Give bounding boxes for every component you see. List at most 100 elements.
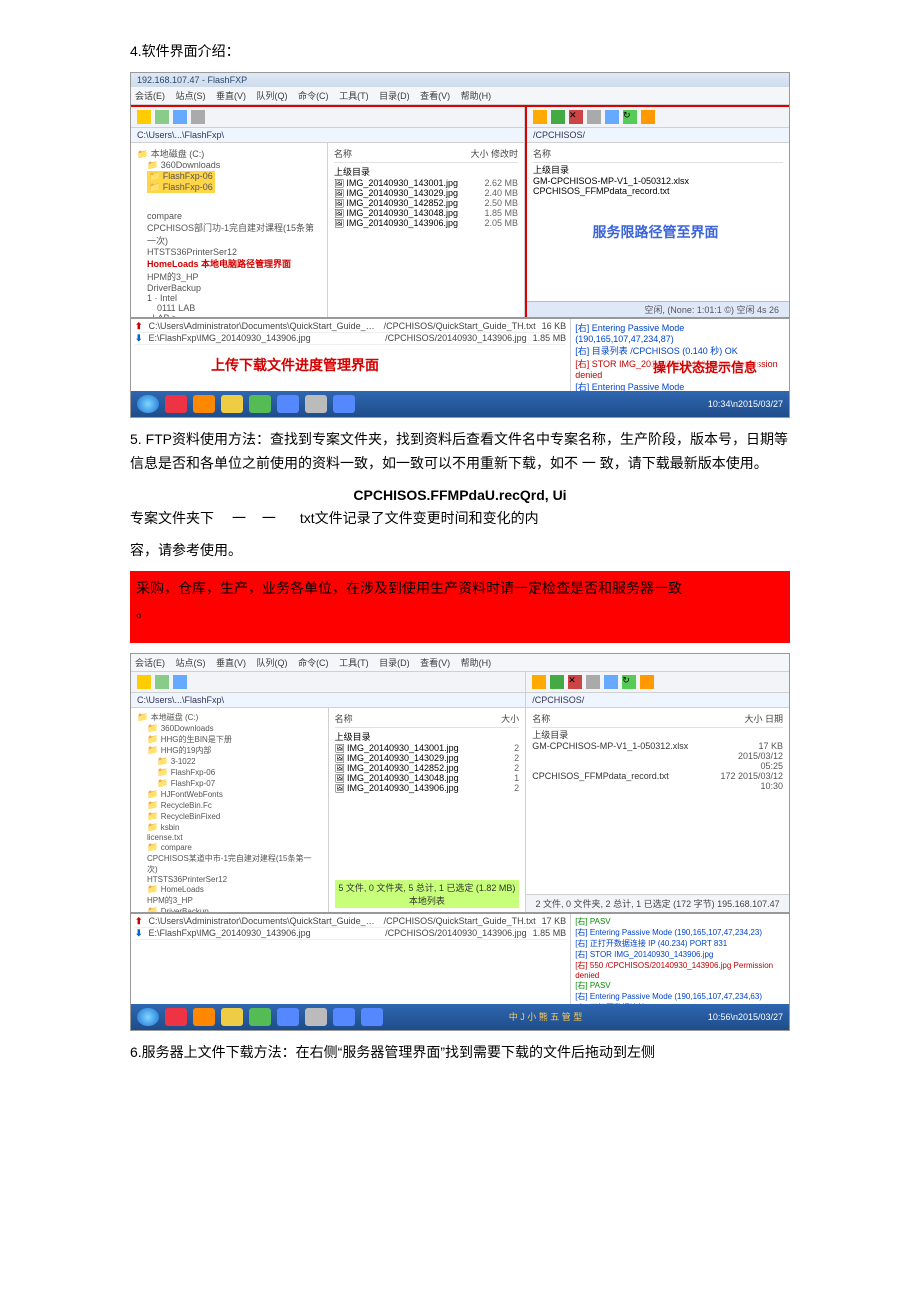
- refresh-icon[interactable]: [155, 110, 169, 124]
- menu-item[interactable]: 帮助(H): [461, 91, 492, 101]
- taskbar-app-icon[interactable]: [277, 1008, 299, 1026]
- tree-item[interactable]: compare: [147, 842, 322, 853]
- local-file-list[interactable]: 名称 大小 上级目录 IMG_20140930_143001.jpg2 IMG_…: [329, 708, 526, 912]
- menu-item[interactable]: 垂直(V): [216, 658, 246, 668]
- tree-item[interactable]: HPM的3_HP: [147, 895, 322, 906]
- file-row[interactable]: IMG_20140930_143001.jpg2.62 MB: [334, 178, 518, 188]
- tree-item[interactable]: HomeLoads: [147, 884, 322, 895]
- queue-row[interactable]: ⬇ E:\FlashFxp\IMG_20140930_143906.jpg /C…: [135, 333, 566, 345]
- file-row[interactable]: IMG_20140930_143029.jpg2.40 MB: [334, 188, 518, 198]
- taskbar-app-icon[interactable]: [221, 1008, 243, 1026]
- tree-item[interactable]: license.txt: [147, 833, 322, 842]
- taskbar-app-icon[interactable]: [193, 1008, 215, 1026]
- folder-icon[interactable]: [137, 110, 151, 124]
- tree-item[interactable]: 本地磁盘 (C:): [137, 147, 321, 160]
- menu-item[interactable]: 工具(T): [339, 91, 369, 101]
- file-row[interactable]: GM-CPCHISOS-MP-V1_1-050312.xlsx17 KB 201…: [532, 741, 783, 771]
- tree-item[interactable]: FlashFxp-06: [147, 171, 215, 182]
- file-row[interactable]: IMG_20140930_143001.jpg2: [335, 743, 520, 753]
- menu-item[interactable]: 工具(T): [339, 658, 369, 668]
- menu-item[interactable]: 命令(C): [298, 658, 329, 668]
- transfer-queue[interactable]: ⬆ C:\Users\Administrator\Documents\Quick…: [131, 319, 571, 391]
- menu-item[interactable]: 会话(E): [135, 91, 165, 101]
- refresh-icon[interactable]: ↻: [623, 110, 637, 124]
- file-row[interactable]: 上级目录: [334, 165, 518, 178]
- start-button-icon[interactable]: [137, 1008, 159, 1026]
- tree-item[interactable]: 0111 LAB: [157, 303, 321, 313]
- taskbar-app-icon[interactable]: [165, 1008, 187, 1026]
- local-address[interactable]: C:\Users\...\FlashFxp\: [131, 128, 524, 143]
- taskbar-app-icon[interactable]: [221, 395, 243, 413]
- taskbar-app-icon[interactable]: [333, 1008, 355, 1026]
- tree-item[interactable]: 本地磁盘 (C:): [137, 712, 322, 723]
- menu-item[interactable]: 站点(S): [176, 658, 206, 668]
- start-button-icon[interactable]: [137, 395, 159, 413]
- delete-icon[interactable]: ✕: [569, 110, 583, 124]
- home-icon[interactable]: [173, 110, 187, 124]
- file-row[interactable]: 上级目录: [532, 728, 783, 741]
- remote-address[interactable]: /CPCHISOS/: [526, 693, 789, 708]
- file-row[interactable]: IMG_20140930_143906.jpg2: [335, 783, 520, 793]
- taskbar-app-icon[interactable]: [165, 395, 187, 413]
- plug-icon[interactable]: [550, 675, 564, 689]
- abort-icon[interactable]: [641, 110, 655, 124]
- file-row[interactable]: IMG_20140930_143048.jpg1: [335, 773, 520, 783]
- tree-item[interactable]: 3-1022: [157, 756, 322, 767]
- file-row[interactable]: 上级目录: [335, 730, 520, 743]
- plug-icon[interactable]: [551, 110, 565, 124]
- play-icon[interactable]: [586, 675, 600, 689]
- taskbar-app-icon[interactable]: [305, 395, 327, 413]
- local-file-list[interactable]: 名称 大小 修改时 上级目录 IMG_20140930_143001.jpg2.…: [328, 143, 524, 317]
- tree-item[interactable]: FlashFxp-07: [157, 778, 322, 789]
- menu-item[interactable]: 命令(C): [298, 91, 329, 101]
- file-row[interactable]: 上级目录: [533, 163, 783, 176]
- transfer-icon[interactable]: [605, 110, 619, 124]
- tree-item[interactable]: 1 · Intel: [147, 293, 321, 303]
- tree-item[interactable]: HJFontWebFonts: [147, 789, 322, 800]
- file-row[interactable]: IMG_20140930_143029.jpg2: [335, 753, 520, 763]
- folder-icon[interactable]: [137, 675, 151, 689]
- tree-item[interactable]: HHG的19内部: [147, 745, 322, 756]
- file-row[interactable]: IMG_20140930_143048.jpg1.85 MB: [334, 208, 518, 218]
- lightning-icon[interactable]: [533, 110, 547, 124]
- menu-item[interactable]: 垂直(V): [216, 91, 246, 101]
- file-row[interactable]: IMG_20140930_143906.jpg2.05 MB: [334, 218, 518, 228]
- tree-item[interactable]: DriverBackup: [147, 906, 322, 912]
- transfer-icon[interactable]: [604, 675, 618, 689]
- refresh-icon[interactable]: ↻: [622, 675, 636, 689]
- local-tree[interactable]: 本地磁盘 (C:) 360Downloads FlashFxp-06 Flash…: [131, 143, 328, 317]
- remote-file-list[interactable]: 名称 大小 日期 上级目录 GM-CPCHISOS-MP-V1_1-050312…: [526, 708, 789, 894]
- tree-item[interactable]: RecycleBinFixed: [147, 811, 322, 822]
- local-address[interactable]: C:\Users\...\FlashFxp\: [131, 693, 525, 708]
- file-row[interactable]: CPCHISOS_FFMPdata_record.txt: [533, 186, 783, 196]
- file-row[interactable]: IMG_20140930_142852.jpg2: [335, 763, 520, 773]
- tree-item[interactable]: CPCHISOS部门功-1完自建对课程(15条第一次): [147, 221, 321, 247]
- taskbar-app-icon[interactable]: [249, 1008, 271, 1026]
- taskbar-app-icon[interactable]: [333, 395, 355, 413]
- menu-item[interactable]: 目录(D): [379, 658, 410, 668]
- remote-address[interactable]: /CPCHISOS/: [527, 128, 789, 143]
- taskbar-app-icon[interactable]: [249, 395, 271, 413]
- tree-item[interactable]: ksbin: [147, 822, 322, 833]
- taskbar-app-icon[interactable]: [193, 395, 215, 413]
- local-tree[interactable]: 本地磁盘 (C:) 360Downloads HHG的生BIN是下册 HHG的1…: [131, 708, 329, 912]
- tree-item[interactable]: compare: [147, 211, 321, 221]
- tree-item[interactable]: 360Downloads: [147, 160, 321, 171]
- tree-item[interactable]: RecycleBin.Fc: [147, 800, 322, 811]
- file-row[interactable]: CPCHISOS_FFMPdata_record.txt172 2015/03/…: [532, 771, 783, 791]
- tree-item[interactable]: CPCHISOS某道中市-1完自建对建程(15条第一次): [147, 853, 322, 875]
- menu-item[interactable]: 目录(D): [379, 91, 410, 101]
- transfer-queue[interactable]: ⬆ C:\Users\Administrator\Documents\Quick…: [131, 914, 571, 1004]
- tree-item[interactable]: HTSTS36PrinterSer12: [147, 875, 322, 884]
- tree-item[interactable]: HTSTS36PrinterSer12: [147, 247, 321, 257]
- menu-item[interactable]: 查看(V): [420, 91, 450, 101]
- tree-item[interactable]: FlashFxp-06: [147, 182, 215, 193]
- tree-item[interactable]: 360Downloads: [147, 723, 322, 734]
- tree-item[interactable]: FlashFxp-06: [157, 767, 322, 778]
- taskbar-app-icon[interactable]: [361, 1008, 383, 1026]
- taskbar-app-icon[interactable]: [305, 1008, 327, 1026]
- queue-row[interactable]: ⬆ C:\Users\Administrator\Documents\Quick…: [135, 321, 566, 333]
- file-row[interactable]: IMG_20140930_142852.jpg2.50 MB: [334, 198, 518, 208]
- queue-row[interactable]: ⬆ C:\Users\Administrator\Documents\Quick…: [135, 916, 566, 928]
- tree-item[interactable]: DriverBackup: [147, 283, 321, 293]
